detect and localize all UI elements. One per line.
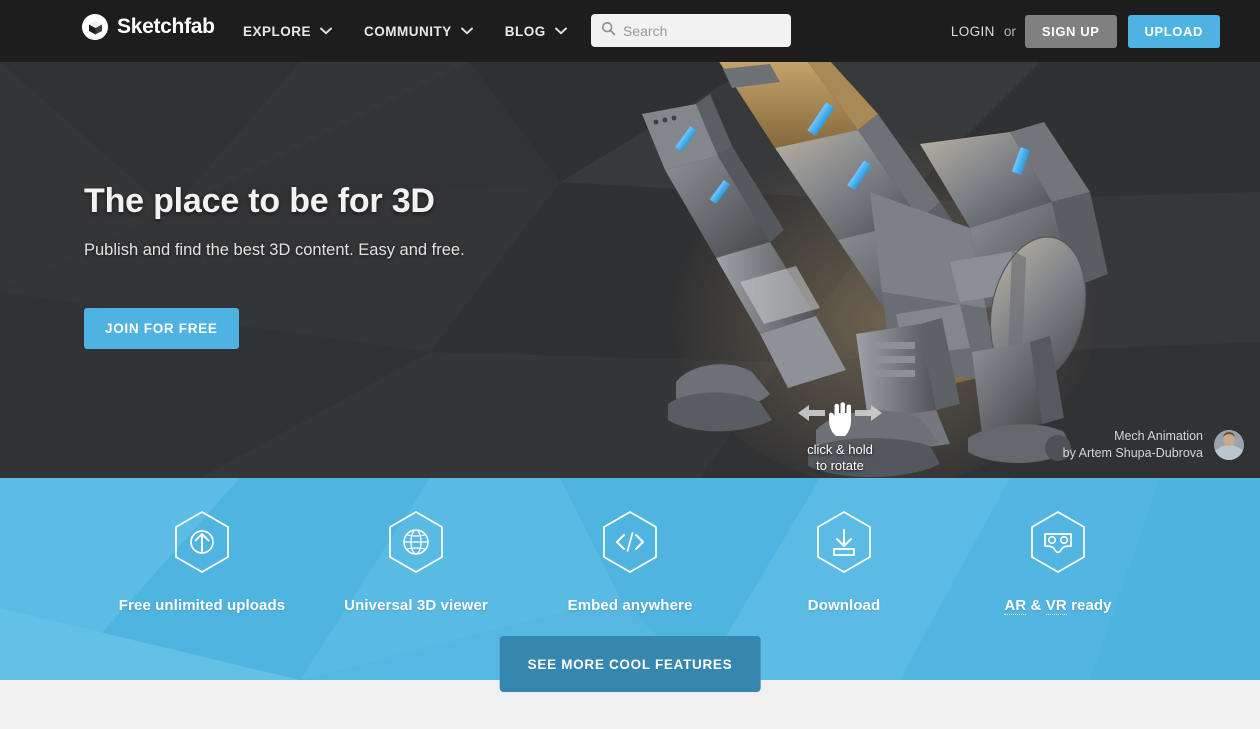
- nav-label-blog: BLOG: [504, 23, 546, 39]
- feature-label: Embed anywhere: [567, 597, 693, 614]
- cube-logo-icon: [82, 14, 108, 40]
- auth-actions: LOGIN or SIGN UP UPLOAD: [951, 0, 1220, 62]
- join-for-free-button[interactable]: JOIN FOR FREE: [84, 308, 239, 349]
- avatar[interactable]: [1214, 430, 1244, 460]
- mech-3d-model-viewer[interactable]: [620, 62, 1140, 478]
- brand-name: Sketchfab: [117, 15, 215, 38]
- feature-label: Universal 3D viewer: [344, 597, 488, 614]
- hero-section: The place to be for 3D Publish and find …: [0, 62, 1260, 478]
- feature-ar-vr-ready[interactable]: AR & VR ready: [951, 478, 1165, 680]
- model-attribution[interactable]: Mech Animation by Artem Shupa-Dubrova: [1063, 428, 1244, 462]
- main-nav: EXPLORE COMMUNITY BLOG: [243, 0, 599, 62]
- download-hexagon-icon: [817, 511, 871, 573]
- feature-label: Download: [807, 597, 881, 614]
- nav-label-explore: EXPLORE: [243, 23, 312, 39]
- search-box[interactable]: [591, 14, 791, 47]
- feature-free-unlimited-uploads[interactable]: Free unlimited uploads: [95, 478, 309, 680]
- globe-hexagon-icon: [389, 511, 443, 573]
- nav-item-blog[interactable]: BLOG: [505, 22, 567, 40]
- ampersand: &: [1026, 597, 1046, 614]
- upload-button[interactable]: UPLOAD: [1127, 14, 1220, 48]
- ready-suffix: ready: [1066, 597, 1112, 614]
- code-brackets-hexagon-icon: [603, 511, 657, 573]
- search-input[interactable]: [623, 22, 788, 39]
- feature-label: Free unlimited uploads: [118, 597, 286, 614]
- see-more-cool-features-button[interactable]: SEE MORE COOL FEATURES: [499, 636, 761, 692]
- site-header: Sketchfab EXPLORE COMMUNITY BLOG Search …: [0, 0, 1260, 62]
- site-logo[interactable]: Sketchfab: [82, 14, 215, 40]
- chevron-down-icon: [460, 22, 473, 40]
- vr-abbreviation: VR: [1045, 597, 1067, 615]
- feature-label: AR & VR ready: [1004, 597, 1112, 615]
- login-link[interactable]: LOGIN: [951, 24, 995, 39]
- nav-label-community: COMMUNITY: [364, 23, 452, 39]
- model-attribution-text: Mech Animation by Artem Shupa-Dubrova: [1063, 428, 1203, 462]
- nav-item-explore[interactable]: EXPLORE: [243, 22, 332, 40]
- model-name: Mech Animation: [1114, 429, 1203, 443]
- hero-subtitle: Publish and find the best 3D content. Ea…: [84, 241, 465, 259]
- ar-abbreviation: AR: [1004, 597, 1027, 615]
- chevron-down-icon: [554, 22, 567, 40]
- or-separator: or: [1003, 23, 1016, 39]
- mech-model-render: [642, 62, 1108, 478]
- feature-universal-3d-viewer[interactable]: Universal 3D viewer: [309, 478, 523, 680]
- sign-up-button[interactable]: SIGN UP: [1024, 14, 1117, 48]
- sketchfab-homepage: Sketchfab EXPLORE COMMUNITY BLOG Search …: [0, 0, 1260, 729]
- upload-arrow-hexagon-icon: [175, 511, 229, 573]
- chevron-down-icon: [320, 22, 332, 40]
- feature-download[interactable]: Download: [737, 478, 951, 680]
- vr-goggles-hexagon-icon: [1031, 511, 1085, 573]
- nav-item-community[interactable]: COMMUNITY: [364, 22, 473, 40]
- hero-title: The place to be for 3D: [84, 182, 435, 220]
- search-icon: [601, 21, 616, 41]
- model-author: by Artem Shupa-Dubrova: [1062, 446, 1203, 460]
- hero-copy: The place to be for 3D Publish and find …: [84, 182, 465, 349]
